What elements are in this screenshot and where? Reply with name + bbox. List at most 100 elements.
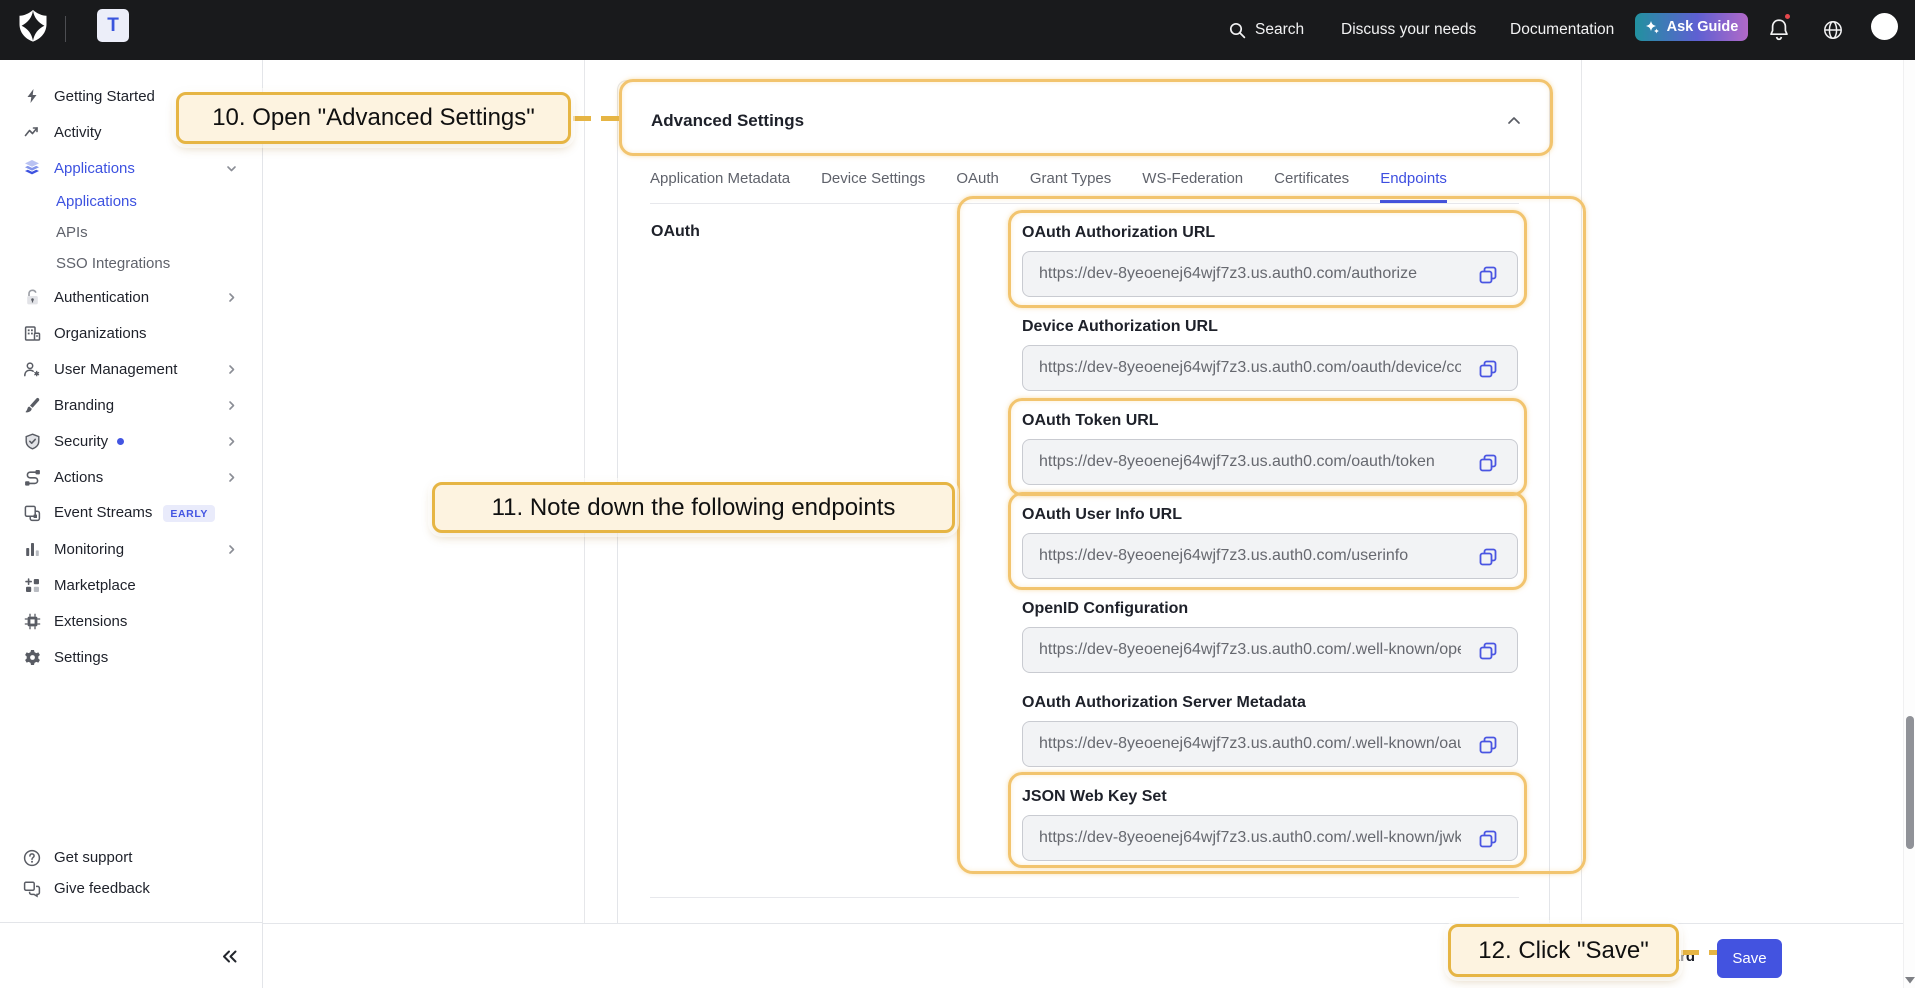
padlock-icon — [23, 288, 41, 306]
chevron-right-icon — [226, 544, 237, 555]
annotation-step-12: 12. Click "Save" — [1448, 924, 1679, 977]
annotation-connector-line — [1681, 950, 1717, 955]
search-button[interactable]: Search — [1229, 0, 1304, 60]
applications-sub-menu: Applications APIs SSO Integrations — [0, 186, 262, 279]
get-support-link[interactable]: Get support — [0, 842, 262, 873]
chat-bubbles-icon — [23, 880, 41, 898]
app-layers-icon — [23, 159, 41, 177]
tab-oauth[interactable]: OAuth — [956, 157, 999, 203]
globe-language-icon[interactable] — [1823, 17, 1843, 43]
tab-grant-types[interactable]: Grant Types — [1030, 157, 1111, 203]
chevron-right-icon — [226, 436, 237, 447]
oauth-token-url-input[interactable]: https://dev-8yeoenej64wjf7z3.us.auth0.co… — [1022, 439, 1518, 485]
ask-guide-label: Ask Guide — [1667, 19, 1739, 35]
sidebar-item-branding[interactable]: Branding — [0, 387, 262, 423]
stream-boxes-icon — [23, 504, 41, 522]
field-label: Device Authorization URL — [1022, 317, 1519, 337]
copy-icon[interactable] — [1478, 547, 1498, 567]
chevron-right-icon — [226, 364, 237, 375]
annotation-step-10: 10. Open "Advanced Settings" — [176, 92, 571, 144]
device-authorization-url-input[interactable]: https://dev-8yeoenej64wjf7z3.us.auth0.co… — [1022, 345, 1518, 391]
field-device-authorization-url: Device Authorization URL https://dev-8ye… — [1022, 317, 1519, 337]
activity-chart-icon — [23, 123, 41, 141]
tab-ws-federation[interactable]: WS-Federation — [1142, 157, 1243, 203]
sidebar-subitem-applications[interactable]: Applications — [0, 186, 262, 217]
search-label: Search — [1255, 21, 1304, 39]
field-oauth-authorization-server-metadata: OAuth Authorization Server Metadata http… — [1022, 693, 1519, 713]
chevron-up-icon[interactable] — [1506, 113, 1522, 129]
field-oauth-user-info-url: OAuth User Info URL https://dev-8yeoenej… — [1022, 505, 1519, 525]
scrollbar-thumb[interactable] — [1906, 716, 1914, 849]
sidebar-item-marketplace[interactable]: Marketplace — [0, 567, 262, 603]
field-openid-configuration: OpenID Configuration https://dev-8yeoene… — [1022, 599, 1519, 619]
ask-guide-button[interactable]: Ask Guide — [1635, 13, 1748, 41]
give-feedback-link[interactable]: Give feedback — [0, 873, 262, 904]
paintbrush-icon — [23, 396, 41, 414]
user-gear-icon — [23, 360, 41, 378]
oauth-authorization-url-input[interactable]: https://dev-8yeoenej64wjf7z3.us.auth0.co… — [1022, 251, 1518, 297]
chevron-right-icon — [226, 292, 237, 303]
copy-icon[interactable] — [1478, 265, 1498, 285]
auth0-logo-icon[interactable] — [19, 10, 47, 42]
copy-icon[interactable] — [1478, 641, 1498, 661]
field-label: OAuth Authorization Server Metadata — [1022, 693, 1519, 713]
sidebar-navigation: Getting Started Activity Applications — [0, 60, 263, 988]
sparkle-icon — [1645, 20, 1660, 35]
tab-device-settings[interactable]: Device Settings — [821, 157, 925, 203]
sidebar-item-extensions[interactable]: Extensions — [0, 603, 262, 639]
question-circle-icon — [23, 849, 41, 867]
openid-configuration-input[interactable]: https://dev-8yeoenej64wjf7z3.us.auth0.co… — [1022, 627, 1518, 673]
collapse-sidebar-button[interactable] — [214, 942, 244, 970]
sidebar-item-user-management[interactable]: User Management — [0, 351, 262, 387]
grid-plus-icon — [23, 576, 41, 594]
discuss-your-needs-link[interactable]: Discuss your needs — [1341, 0, 1476, 60]
sidebar-item-actions[interactable]: Actions — [0, 459, 262, 495]
field-json-web-key-set: JSON Web Key Set https://dev-8yeoenej64w… — [1022, 787, 1519, 807]
organization-building-icon — [23, 324, 41, 342]
user-avatar[interactable] — [1871, 13, 1898, 40]
oauth-section-label: OAuth — [651, 223, 700, 241]
sidebar-item-authentication[interactable]: Authentication — [0, 279, 262, 315]
annotation-connector-line — [573, 116, 619, 121]
annotation-step-11: 11. Note down the following endpoints — [432, 482, 955, 533]
scrollbar-down-arrow[interactable] — [1904, 975, 1915, 985]
page-scrollbar[interactable] — [1903, 60, 1915, 988]
documentation-link[interactable]: Documentation — [1510, 0, 1614, 60]
oauth-user-info-url-input[interactable]: https://dev-8yeoenej64wjf7z3.us.auth0.co… — [1022, 533, 1518, 579]
sidebar-item-organizations[interactable]: Organizations — [0, 315, 262, 351]
sidebar-item-monitoring[interactable]: Monitoring — [0, 531, 262, 567]
tab-application-metadata[interactable]: Application Metadata — [650, 157, 790, 203]
panel-bottom-divider — [650, 897, 1519, 898]
field-label: OAuth Authorization URL — [1022, 223, 1519, 243]
copy-icon[interactable] — [1478, 453, 1498, 473]
save-button[interactable]: Save — [1717, 939, 1782, 978]
lightning-icon — [23, 87, 41, 105]
advanced-settings-title[interactable]: Advanced Settings — [651, 111, 804, 131]
nav-separator — [65, 16, 66, 42]
field-label: JSON Web Key Set — [1022, 787, 1519, 807]
sidebar-item-event-streams[interactable]: Event StreamsEARLY — [0, 495, 262, 531]
tab-endpoints[interactable]: Endpoints — [1380, 157, 1447, 203]
copy-icon[interactable] — [1478, 359, 1498, 379]
shield-check-icon — [23, 432, 41, 450]
sidebar-subitem-apis[interactable]: APIs — [0, 217, 262, 248]
notification-dot — [1783, 12, 1792, 21]
sidebar-item-settings[interactable]: Settings — [0, 639, 262, 675]
field-label: OpenID Configuration — [1022, 599, 1519, 619]
sidebar-item-security[interactable]: Security — [0, 423, 262, 459]
flow-connector-icon — [23, 468, 41, 486]
copy-icon[interactable] — [1478, 829, 1498, 849]
field-label: OAuth User Info URL — [1022, 505, 1519, 525]
tab-certificates[interactable]: Certificates — [1274, 157, 1349, 203]
top-navigation-bar: T Search Discuss your needs Documentatio… — [0, 0, 1915, 60]
search-icon — [1229, 22, 1246, 39]
copy-icon[interactable] — [1478, 735, 1498, 755]
sidebar-item-applications[interactable]: Applications — [0, 150, 262, 186]
chevron-down-icon — [226, 163, 237, 174]
oauth-authorization-server-metadata-input[interactable]: https://dev-8yeoenej64wjf7z3.us.auth0.co… — [1022, 721, 1518, 767]
bar-chart-icon — [23, 540, 41, 558]
sidebar-footer-divider — [0, 922, 263, 923]
tenant-switcher-chip[interactable]: T — [97, 9, 129, 42]
json-web-key-set-input[interactable]: https://dev-8yeoenej64wjf7z3.us.auth0.co… — [1022, 815, 1518, 861]
sidebar-subitem-sso-integrations[interactable]: SSO Integrations — [0, 248, 262, 279]
